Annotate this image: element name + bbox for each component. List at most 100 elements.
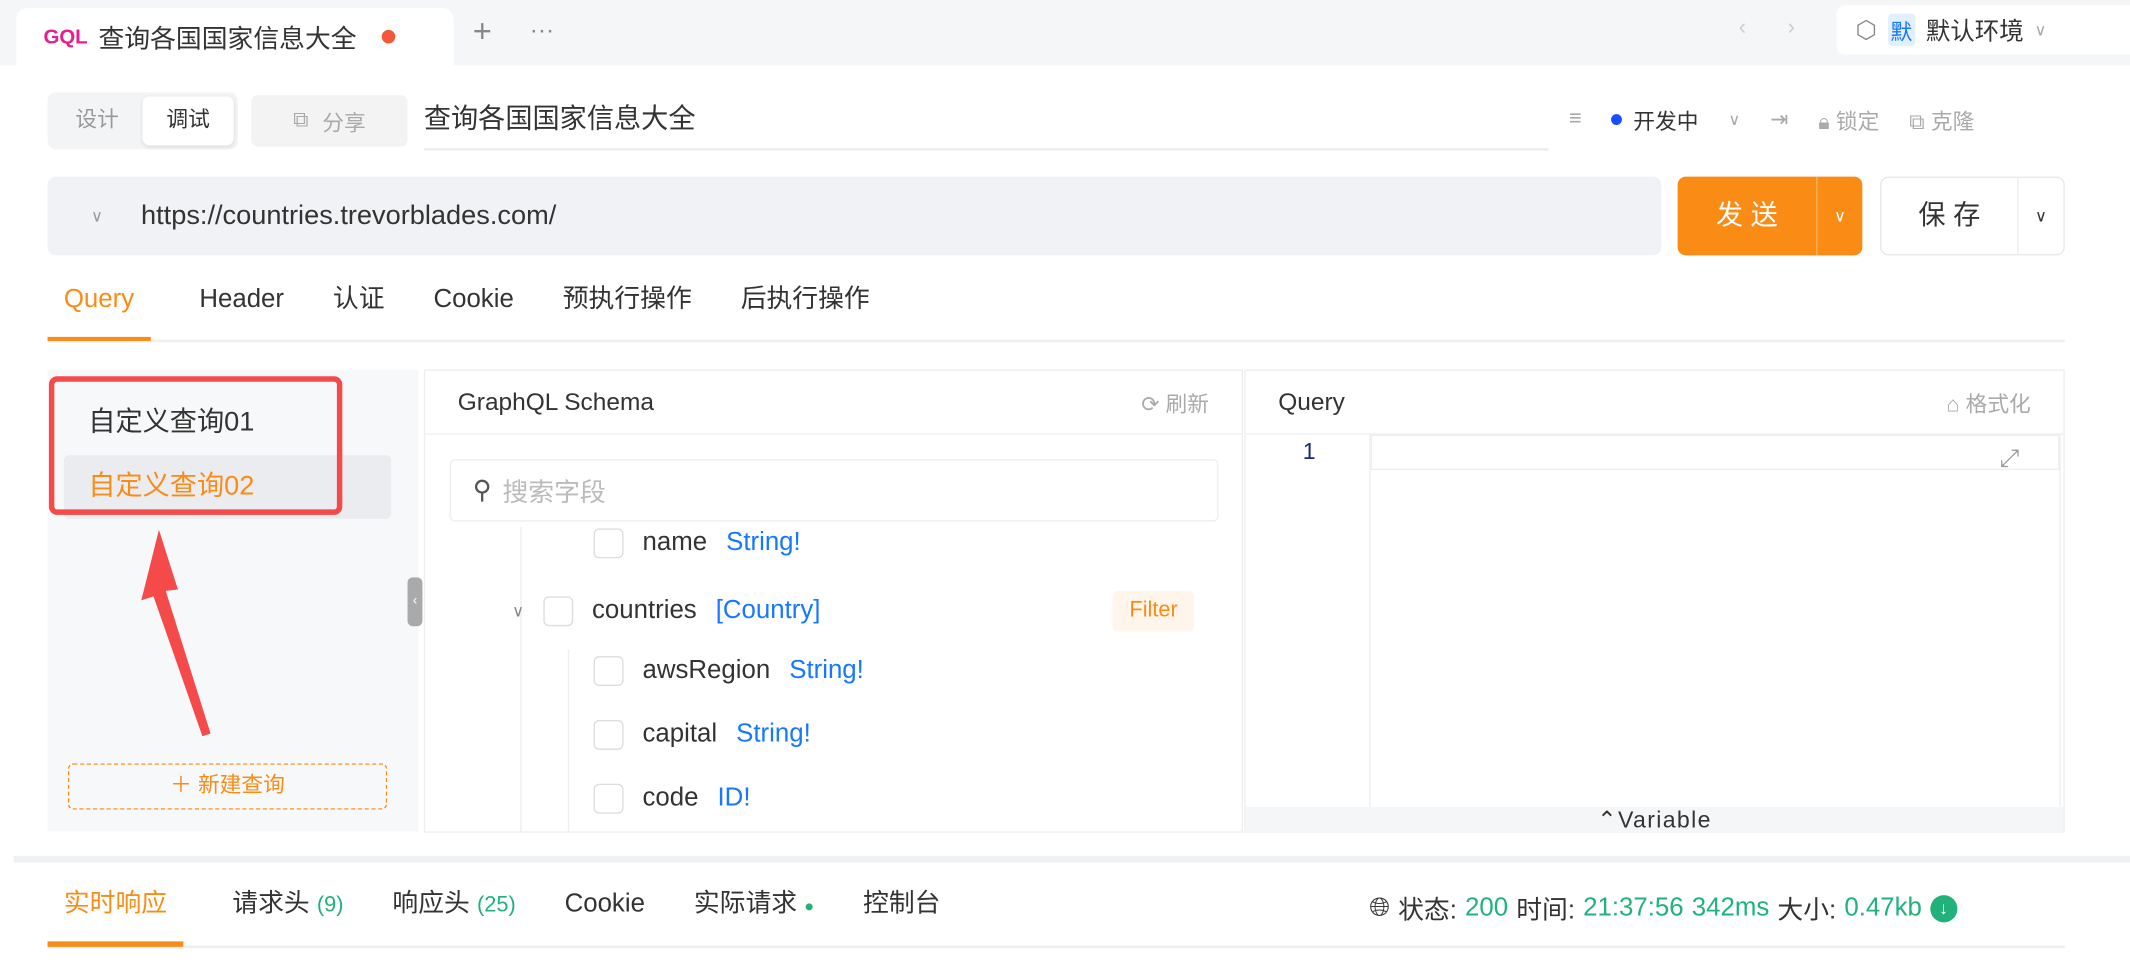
variable-toggle[interactable]: ⌃Variable [1246, 807, 2064, 833]
schema-title: GraphQL Schema [458, 388, 654, 417]
tab-request-headers[interactable]: 请求头 (9) [232, 868, 343, 947]
query-list: 自定义查询01 自定义查询02 ＋ 新建查询 [48, 369, 419, 831]
method-dropdown-icon[interactable]: ∨ [91, 206, 103, 225]
tab-actual-request[interactable]: 实际请求 ● [694, 868, 814, 947]
checkbox[interactable] [543, 596, 573, 626]
send-dropdown-icon[interactable]: ∨ [1816, 177, 1862, 256]
line-number: 1 [1303, 439, 1316, 466]
more-icon[interactable]: ··· [530, 16, 554, 45]
save-dropdown-icon[interactable]: ∨ [2017, 178, 2063, 254]
request-tab[interactable]: GQL查询各国国家信息大全 [16, 8, 453, 65]
request-tabs: Query Header 认证 Cookie 预执行操作 后执行操作 [48, 272, 2065, 343]
query-title: Query [1278, 388, 1345, 417]
tab-label: 响应头 [392, 890, 469, 919]
schema-panel: GraphQL Schema ⟳ 刷新 ⚲ 搜索字段 nameString! ∨ co… [424, 369, 1243, 832]
variable-label: Variable [1618, 807, 1712, 833]
field-type: [Country] [716, 596, 821, 626]
mode-debug[interactable]: 调试 [143, 96, 234, 145]
schema-field[interactable]: codeID! [594, 784, 751, 814]
schema-field[interactable]: ∨ countries [Country] Filter [512, 591, 1194, 632]
tab-auth[interactable]: 认证 [333, 270, 385, 341]
schema-field[interactable]: nameString! [594, 528, 801, 558]
mode-switch: 设计调试 [48, 92, 238, 149]
refresh-label: 刷新 [1165, 394, 1208, 417]
lock-button[interactable]: 🔒︎ 锁定 [1818, 103, 1879, 136]
tab-post-script[interactable]: 后执行操作 [741, 270, 870, 341]
tab-pre-script[interactable]: 预执行操作 [563, 270, 692, 341]
highlight-box [49, 376, 342, 515]
new-query-button[interactable]: ＋ 新建查询 [68, 763, 387, 809]
clone-button[interactable]: ⧉ 克隆 [1909, 103, 1974, 136]
add-tab-icon[interactable]: + [473, 14, 492, 52]
status-label: 开发中 [1633, 103, 1698, 136]
divider [14, 856, 2130, 863]
clone-label: 克隆 [1931, 111, 1974, 134]
tree-line [520, 527, 521, 833]
share-icon: ⧉ [293, 109, 309, 133]
size-label: 大小: [1777, 890, 1836, 927]
tab-label: 请求头 [232, 890, 309, 919]
download-icon[interactable]: ↓ [1930, 895, 1957, 922]
edit-icon[interactable]: ≡ [1569, 107, 1582, 131]
time-label: 时间: [1516, 890, 1575, 927]
tab-header[interactable]: Header [199, 270, 284, 341]
prev-tab-icon[interactable]: ‹ [1739, 16, 1746, 40]
expand-icon[interactable]: ⤢ [2000, 444, 2020, 473]
share-button[interactable]: ⧉ 分享 [251, 95, 407, 147]
tab-cookie[interactable]: Cookie [433, 270, 513, 341]
tab-title: 查询各国国家信息大全 [98, 18, 356, 55]
tab-response-headers[interactable]: 响应头 (25) [392, 868, 515, 947]
url-bar: ∨ https://countries.trevorblades.com/ [48, 177, 1662, 256]
collapse-icon[interactable]: ⇥ [1770, 106, 1788, 133]
time-value: 21:37:56 [1583, 893, 1683, 923]
next-tab-icon[interactable]: › [1788, 16, 1795, 40]
checkbox[interactable] [594, 656, 624, 686]
share-label: 分享 [322, 105, 365, 138]
save-button[interactable]: 保 存∨ [1880, 177, 2065, 256]
field-type: ID! [718, 784, 751, 814]
doc-title-input[interactable]: 查询各国国家信息大全 [424, 92, 1549, 150]
env-selector[interactable]: ⬡默默认环境∨ [1837, 5, 2130, 54]
env-name: 默认环境 [1926, 12, 2024, 47]
count-badge: (25) [477, 894, 516, 917]
chevron-down-icon: ∨ [2035, 20, 2047, 39]
status-select[interactable]: 开发中∨ [1612, 103, 1741, 136]
search-icon: ⚲ [473, 475, 492, 506]
field-type: String! [736, 720, 811, 750]
checkbox[interactable] [594, 528, 624, 558]
search-placeholder: 搜索字段 [503, 472, 606, 509]
code-editor[interactable] [1369, 435, 2060, 807]
search-input[interactable]: ⚲ 搜索字段 [450, 459, 1219, 521]
status-label: 状态: [1398, 890, 1457, 927]
globe-icon: 🌐︎ [1369, 893, 1390, 923]
url-input[interactable]: https://countries.trevorblades.com/ [141, 200, 556, 231]
env-icon: ⬡ [1856, 16, 1877, 45]
tab-query[interactable]: Query [48, 270, 151, 341]
checkbox[interactable] [594, 784, 624, 814]
collapse-handle[interactable]: ‹ [408, 577, 423, 626]
chevron-up-icon: ⌃ [1597, 807, 1618, 833]
field-name: countries [592, 596, 697, 626]
plus-icon: ＋ [170, 774, 198, 797]
filter-button[interactable]: Filter [1113, 591, 1194, 632]
toolbar: ≡ 开发中∨ ⇥ 🔒︎ 锁定 ⧉ 克隆 [1569, 103, 1974, 136]
size-value: 0.47kb [1844, 893, 1921, 923]
tab-console[interactable]: 控制台 [863, 868, 940, 947]
mode-design[interactable]: 设计 [52, 96, 143, 145]
query-panel: Query ⌂ 格式化 1 ⤢ ⌃Variable [1244, 369, 2064, 832]
arrow-annotation [136, 526, 231, 743]
chevron-down-icon[interactable]: ∨ [512, 602, 524, 621]
send-button[interactable]: 发 送∨ [1678, 177, 1863, 256]
checkbox[interactable] [594, 720, 624, 750]
schema-field[interactable]: awsRegionString! [594, 656, 864, 686]
current-line [1371, 435, 2060, 470]
count-badge: (9) [317, 894, 344, 917]
format-button[interactable]: ⌂ 格式化 [1946, 386, 2030, 419]
status-code: 200 [1465, 893, 1508, 923]
tab-cookie-response[interactable]: Cookie [565, 868, 645, 947]
refresh-button[interactable]: ⟳ 刷新 [1141, 386, 1209, 419]
tab-live-response[interactable]: 实时响应 [48, 868, 184, 947]
field-name: awsRegion [643, 656, 771, 686]
schema-field[interactable]: capitalString! [594, 720, 811, 750]
duration-value: 342ms [1692, 893, 1769, 923]
